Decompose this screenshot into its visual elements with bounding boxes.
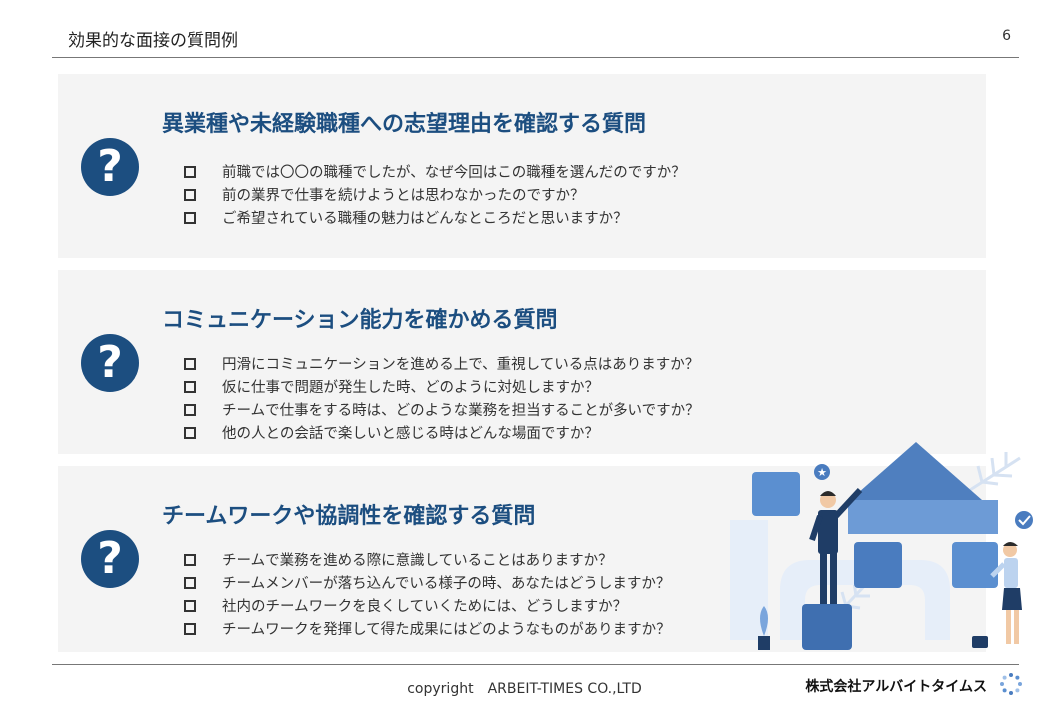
list-item: チームで業務を進める際に意識していることはありますか？ [184, 548, 671, 571]
question-text: チームメンバーが落ち込んでいる様子の時、あなたはどうしますか？ [222, 576, 671, 592]
question-text: 円滑にコミュニケーションを進める上で、重視している点はありますか？ [222, 357, 700, 373]
roof-triangle-block [850, 442, 982, 500]
square-bullet-icon [184, 426, 196, 439]
question-card-career-change: ? 異業種や未経験職種への志望理由を確認する質問 前職では〇〇の職種でしたが、な… [58, 74, 986, 258]
square-bullet-icon [184, 599, 196, 612]
square-bullet-icon [184, 576, 196, 589]
list-item: 他の人との会話で楽しいと感じる時はどんな場面ですか？ [184, 421, 700, 444]
briefcase-icon [972, 636, 988, 648]
card-heading: 異業種や未経験職種への志望理由を確認する質問 [162, 112, 647, 137]
brand-logo-text: 株式会社アルバイトタイムス [805, 679, 987, 695]
square-bullet-icon [184, 188, 196, 201]
square-bullet-icon [184, 622, 196, 635]
card-heading: コミュニケーション能力を確かめる質問 [162, 308, 558, 333]
list-item: ご希望されている職種の魅力はどんなところだと思いますか？ [184, 206, 686, 229]
question-list: 円滑にコミュニケーションを進める上で、重視している点はありますか？ 仮に仕事で問… [184, 352, 700, 444]
question-text: チームワークを発揮して得た成果にはどのようなものがありますか？ [222, 622, 671, 638]
page-title: 効果的な面接の質問例 [68, 31, 238, 51]
square-bullet-icon [184, 553, 196, 566]
question-text: 社内のチームワークを良くしていくためには、どうしますか？ [222, 599, 628, 615]
question-text: 仮に仕事で問題が発生した時、どのように対処しますか？ [222, 380, 599, 396]
square-bullet-icon [184, 357, 196, 370]
square-bullet-icon [184, 165, 196, 178]
question-card-communication: ? コミュニケーション能力を確かめる質問 円滑にコミュニケーションを進める上で、… [58, 270, 986, 454]
square-bullet-icon [184, 403, 196, 416]
question-mark-icon: ? [81, 334, 139, 392]
question-text: 前の業界で仕事を続けようとは思わなかったのですか？ [222, 188, 585, 204]
square-bullet-icon [184, 211, 196, 224]
list-item: 仮に仕事で問題が発生した時、どのように対処しますか？ [184, 375, 700, 398]
cube-block-top-left [752, 472, 800, 516]
question-text: 前職では〇〇の職種でしたが、なぜ今回はこの職種を選んだのですか？ [222, 165, 686, 181]
list-item: 円滑にコミュニケーションを進める上で、重視している点はありますか？ [184, 352, 700, 375]
list-item: 社内のチームワークを良くしていくためには、どうしますか？ [184, 594, 671, 617]
header-divider [52, 57, 1019, 58]
beam-block [848, 500, 998, 534]
svg-text:★: ★ [817, 466, 827, 479]
question-list: チームで業務を進める際に意識していることはありますか？ チームメンバーが落ち込ん… [184, 548, 671, 640]
leaf-decoration [969, 452, 1021, 492]
footer-divider [52, 664, 1019, 665]
list-item: チームで仕事をする時は、どのような業務を担当することが多いですか？ [184, 398, 700, 421]
question-text: 他の人との会話で楽しいと感じる時はどんな場面ですか？ [222, 426, 599, 442]
question-list: 前職では〇〇の職種でしたが、なぜ今回はこの職種を選んだのですか？ 前の業界で仕事… [184, 160, 686, 229]
question-mark-icon: ? [81, 530, 139, 588]
list-item: チームメンバーが落ち込んでいる様子の時、あなたはどうしますか？ [184, 571, 671, 594]
teamwork-blocks-illustration: ★ [730, 442, 1033, 650]
page-number: 6 [1002, 28, 1011, 44]
cube-block-middle [854, 542, 902, 588]
square-bullet-icon [184, 380, 196, 393]
list-item: チームワークを発揮して得た成果にはどのようなものがありますか？ [184, 617, 671, 640]
cube-block-right [952, 542, 998, 588]
brand-dots-logo-icon [1000, 673, 1022, 695]
list-item: 前の業界で仕事を続けようとは思わなかったのですか？ [184, 183, 686, 206]
question-text: ご希望されている職種の魅力はどんなところだと思いますか？ [222, 211, 628, 227]
question-mark-icon: ? [81, 138, 139, 196]
cube-block-bottom [802, 604, 852, 650]
question-text: チームで仕事をする時は、どのような業務を担当することが多いですか？ [222, 403, 700, 419]
question-text: チームで業務を進める際に意識していることはありますか？ [222, 553, 613, 569]
check-badge-icon [1015, 511, 1033, 529]
card-heading: チームワークや協調性を確認する質問 [162, 504, 536, 529]
list-item: 前職では〇〇の職種でしたが、なぜ今回はこの職種を選んだのですか？ [184, 160, 686, 183]
